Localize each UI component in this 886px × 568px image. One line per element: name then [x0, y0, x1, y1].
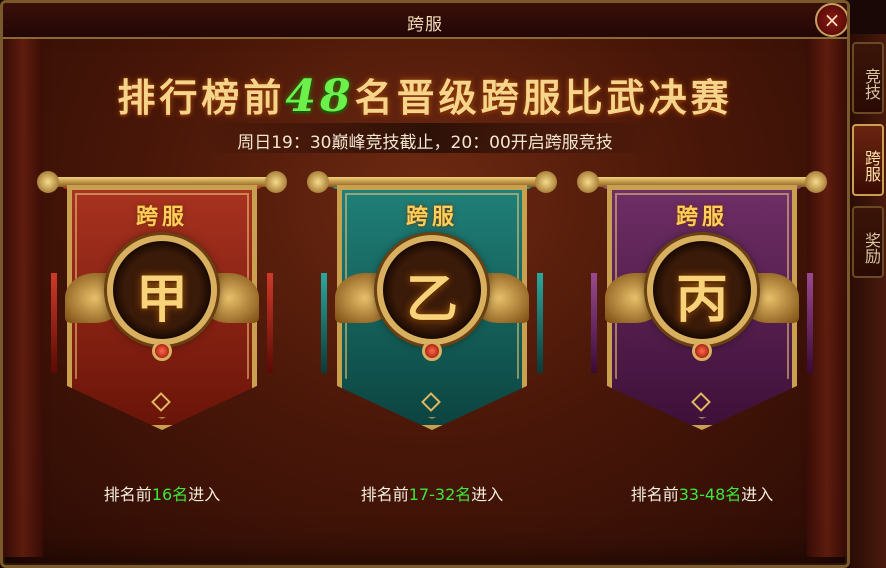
rank-prefix: 排名前 [360, 485, 409, 504]
close-icon: × [823, 8, 841, 32]
banner-tag: 跨服 [135, 204, 188, 230]
banner-bing[interactable]: 跨服 丙 [577, 163, 827, 463]
rod-end [265, 171, 287, 193]
rod-end [307, 171, 329, 193]
rank-requirement-yi: 排名前17-32名进入 [313, 481, 551, 505]
banner-tag: 跨服 [675, 204, 728, 230]
window-title: 跨服 [407, 15, 443, 35]
headline: 排行榜前48名晋级跨服比武决赛 [3, 67, 847, 122]
rank-suffix: 进入 [741, 485, 774, 504]
gem [692, 341, 712, 361]
tab-rewards[interactable]: 奖励 [852, 206, 884, 278]
tassel [807, 273, 813, 373]
title-bar: 跨服 × [3, 3, 847, 39]
rank-prefix: 排名前 [630, 485, 679, 504]
headline-mid: 名 [354, 75, 397, 120]
rank-requirement-jia: 排名前16名进入 [43, 481, 281, 505]
rank-suffix: 进入 [471, 485, 504, 504]
tassel [591, 273, 597, 373]
tassel [537, 273, 543, 373]
tassel [267, 273, 273, 373]
medal: 乙 [377, 235, 487, 345]
tab-arena[interactable]: 竞技 [852, 42, 884, 114]
rank-number: 17-32名 [408, 485, 472, 504]
banner-tag: 跨服 [405, 204, 458, 230]
tassel [321, 273, 327, 373]
schedule-subtitle: 周日19：30巅峰竞技截止，20：00开启跨服竞技 [237, 133, 613, 153]
headline-prefix: 排行榜前 [117, 75, 286, 120]
tab-cross-server[interactable]: 跨服 [852, 124, 884, 196]
rod-end [805, 171, 827, 193]
rank-number: 33-48名 [678, 485, 742, 504]
medal-char: 乙 [405, 269, 458, 330]
gem [152, 341, 172, 361]
medal-char: 丙 [675, 269, 728, 330]
side-tab-strip: 竞技 跨服 奖励 [850, 34, 886, 568]
rod-end [535, 171, 557, 193]
banner-yi[interactable]: 跨服 乙 [307, 163, 557, 463]
close-button[interactable]: × [815, 3, 847, 37]
headline-number: 48 [285, 71, 355, 122]
rank-suffix: 进入 [188, 485, 221, 504]
medal: 丙 [647, 235, 757, 345]
rank-number: 16名 [151, 485, 189, 504]
rod-end [37, 171, 59, 193]
cross-server-window: 跨服 × 排行榜前48名晋级跨服比武决赛 周日19：30巅峰竞技截止，20：00… [0, 0, 850, 568]
rank-prefix: 排名前 [103, 485, 152, 504]
rank-requirement-bing: 排名前33-48名进入 [583, 481, 821, 505]
banner-jia[interactable]: 跨服 甲 [37, 163, 287, 463]
tassel [51, 273, 57, 373]
medal-char: 甲 [135, 269, 188, 330]
gem [422, 341, 442, 361]
headline-suffix: 晋级跨服比武决赛 [396, 75, 733, 120]
rod-end [577, 171, 599, 193]
medal: 甲 [107, 235, 217, 345]
